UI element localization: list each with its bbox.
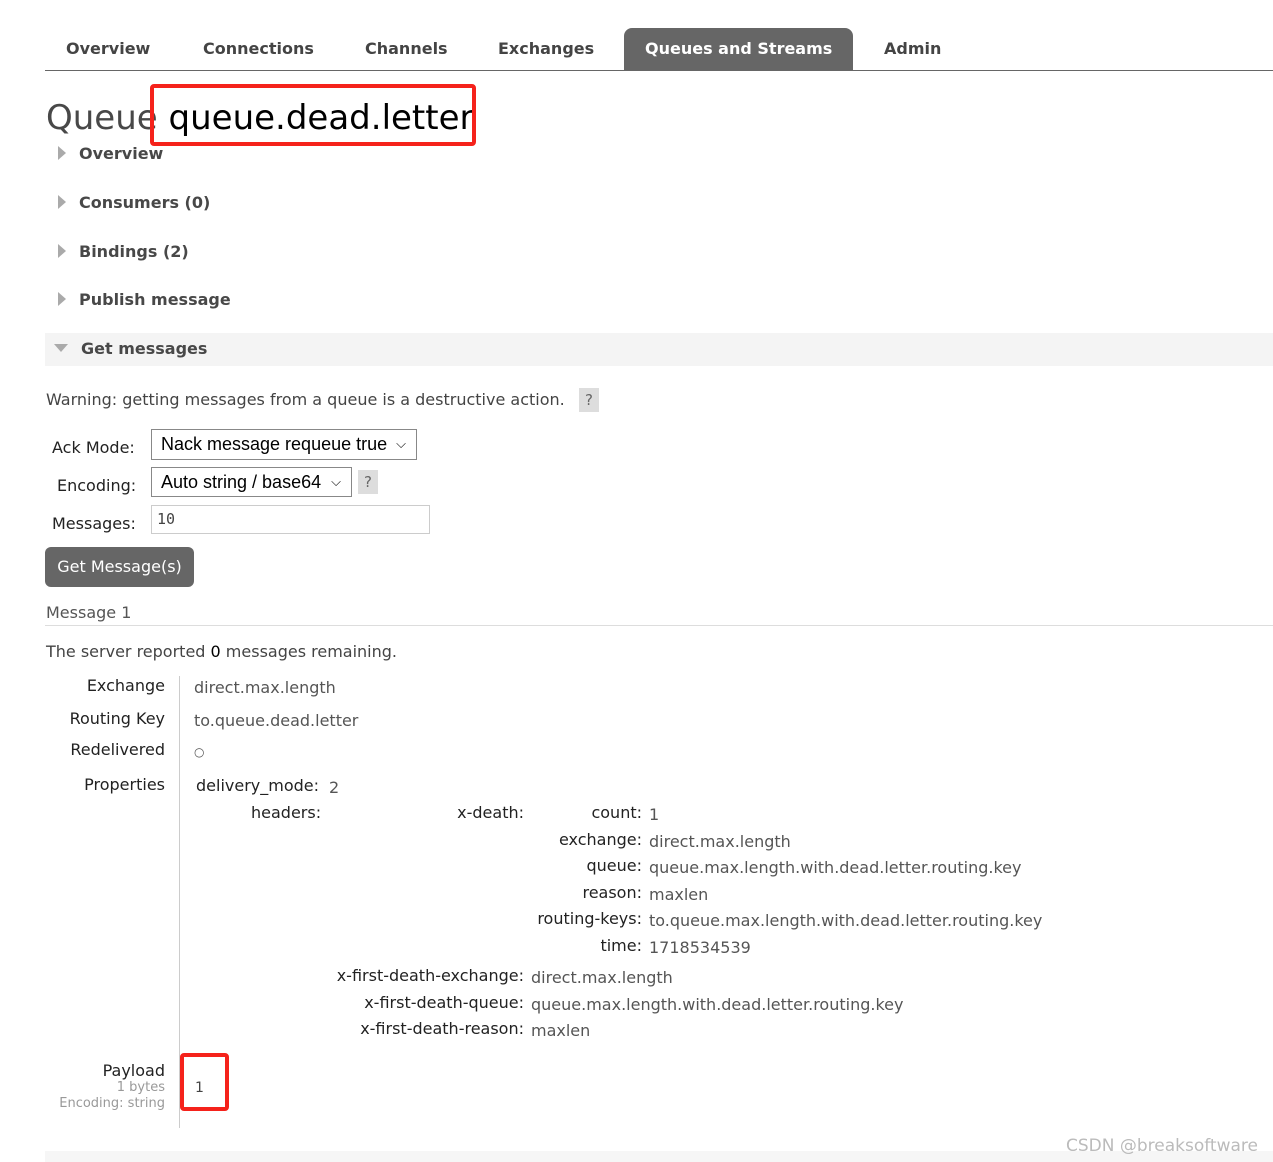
header-value: 1 (649, 805, 660, 824)
messages-label: Messages: (52, 514, 136, 533)
tab-connections[interactable]: Connections (182, 28, 335, 70)
get-messages-header-bg (45, 333, 1273, 366)
header-key: routing-keys: (537, 909, 642, 929)
header-key: exchange: (558, 829, 642, 849)
header-value: direct.max.length (649, 831, 791, 851)
title-prefix: Queue (46, 98, 158, 138)
header-key: count: (591, 803, 642, 822)
collapse-icon (54, 344, 68, 352)
expand-icon (58, 292, 66, 306)
header-key: queue: (586, 856, 642, 876)
section-bindings[interactable]: Bindings (2) (58, 242, 189, 261)
message-title: Message 1 (46, 603, 132, 622)
highlight-box (150, 84, 476, 146)
header-key: time: (600, 936, 642, 955)
exchange-value: direct.max.length (194, 678, 336, 697)
remaining-text: The server reported 0 messages remaining… (46, 642, 398, 661)
divider (45, 625, 1273, 626)
header-value: direct.max.length (531, 968, 673, 987)
exchange-label: Exchange (86, 676, 165, 695)
properties-label: Properties (84, 775, 165, 794)
header-value: maxlen (531, 1021, 591, 1040)
payload-label: Payload (102, 1061, 165, 1080)
header-value: to.queue.max.length.with.dead.letter.rou… (649, 911, 1043, 931)
routing-key-label: Routing Key (69, 709, 165, 728)
x-death-label: x-death: (457, 803, 524, 822)
redelivered-value: ○ (194, 745, 205, 759)
tab-overview[interactable]: Overview (45, 28, 171, 70)
ack-mode-select[interactable]: Nack message requeue true ⌵ (151, 429, 417, 460)
routing-key-value: to.queue.dead.letter (194, 711, 359, 730)
encoding-label: Encoding: (57, 476, 137, 495)
messages-input[interactable]: 10 (151, 505, 430, 534)
help-icon[interactable]: ? (579, 388, 599, 412)
encoding-select[interactable]: Auto string / base64 ⌵ (151, 467, 352, 497)
payload-size: 1 bytes (116, 1080, 165, 1095)
section-consumers[interactable]: Consumers (0) (58, 193, 210, 212)
section-get-messages[interactable]: Get messages (54, 339, 207, 358)
header-key: x-first-death-reason: (360, 1019, 524, 1038)
ack-mode-label: Ack Mode: (52, 438, 135, 457)
chevron-down-icon: ⌵ (396, 436, 406, 451)
delivery-mode-label: delivery_mode: (196, 776, 320, 795)
warning-text: Warning: getting messages from a queue i… (46, 390, 565, 409)
headers-label: headers: (251, 803, 322, 822)
delivery-mode-value: 2 (329, 778, 340, 797)
tab-queues-and-streams[interactable]: Queues and Streams (624, 28, 854, 70)
payload-encoding: Encoding: string (59, 1096, 165, 1111)
section-overview[interactable]: Overview (58, 144, 163, 163)
expand-icon (58, 146, 66, 160)
expand-icon (58, 244, 66, 258)
header-value: 1718534539 (649, 938, 751, 957)
header-key: reason: (582, 882, 642, 902)
header-key: x-first-death-queue: (364, 992, 524, 1012)
get-messages-button[interactable]: Get Message(s) (45, 547, 194, 587)
tab-admin[interactable]: Admin (863, 28, 962, 70)
header-key: x-first-death-exchange: (336, 966, 524, 985)
main-nav: Overview Connections Channels Exchanges … (45, 28, 1273, 71)
header-value: maxlen (649, 884, 709, 904)
chevron-down-icon: ⌵ (331, 474, 341, 489)
expand-icon (58, 195, 66, 209)
help-icon[interactable]: ? (358, 470, 378, 494)
tab-exchanges[interactable]: Exchanges (477, 28, 615, 70)
section-publish[interactable]: Publish message (58, 290, 231, 309)
header-value: queue.max.length.with.dead.letter.routin… (531, 994, 904, 1014)
header-value: queue.max.length.with.dead.letter.routin… (649, 858, 1022, 878)
tab-channels[interactable]: Channels (344, 28, 469, 70)
watermark: CSDN @breaksoftware (1065, 1136, 1258, 1156)
highlight-box (180, 1053, 229, 1111)
redelivered-label: Redelivered (70, 740, 165, 759)
